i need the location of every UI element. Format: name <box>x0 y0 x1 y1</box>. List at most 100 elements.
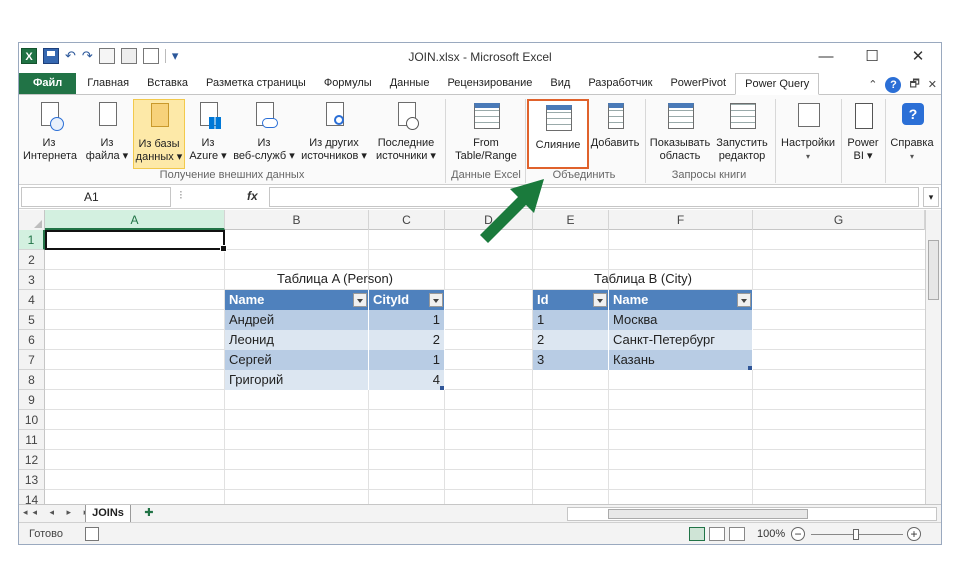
row-header[interactable]: 11 <box>19 430 45 450</box>
zoom-in-button[interactable]: + <box>907 527 921 541</box>
row-header[interactable]: 13 <box>19 470 45 490</box>
row-header[interactable]: 5 <box>19 310 45 330</box>
table-a-header-cityid[interactable]: CityId <box>369 290 445 310</box>
column-header-f[interactable]: F <box>609 210 753 230</box>
select-all-button[interactable] <box>19 210 45 230</box>
table-b-header-name[interactable]: Name <box>609 290 753 310</box>
vertical-scroll-thumb[interactable] <box>928 240 939 300</box>
tab-review[interactable]: Рецензирование <box>438 73 541 94</box>
from-azure-button[interactable]: Из Azure ▾ <box>185 99 231 169</box>
worksheet-grid[interactable]: A B C D E F G 1 2 3 4 5 6 7 8 9 10 11 12… <box>19 210 925 504</box>
zoom-out-button[interactable]: − <box>791 527 805 541</box>
row-header[interactable]: 10 <box>19 410 45 430</box>
help-button[interactable]: ? Справка ▾ <box>887 99 937 169</box>
table-a-cell[interactable]: 4 <box>369 370 445 390</box>
column-header-c[interactable]: C <box>369 210 445 230</box>
row-header[interactable]: 2 <box>19 250 45 270</box>
from-web-services-button[interactable]: Из веб-служб ▾ <box>231 99 297 169</box>
zoom-level[interactable]: 100% <box>757 528 785 540</box>
tab-formulas[interactable]: Формулы <box>315 73 381 94</box>
merge-queries-button[interactable]: Слияние <box>527 99 589 169</box>
row-header[interactable]: 7 <box>19 350 45 370</box>
close-workbook-icon[interactable]: ✕ <box>928 78 937 91</box>
expand-formula-bar-icon[interactable]: ▾ <box>923 187 939 207</box>
table-b-cell[interactable]: Москва <box>609 310 753 330</box>
maximize-button[interactable]: ☐ <box>849 43 895 71</box>
from-file-button[interactable]: Из файла ▾ <box>81 99 133 169</box>
tab-data[interactable]: Данные <box>381 73 439 94</box>
power-bi-button[interactable]: Power BI ▾ <box>843 99 883 169</box>
from-other-sources-button[interactable]: Из других источников ▾ <box>297 99 371 169</box>
launch-editor-button[interactable]: Запустить редактор <box>713 99 771 169</box>
horizontal-scrollbar[interactable] <box>567 507 937 521</box>
from-web-button[interactable]: Из Интернета <box>23 99 77 169</box>
horizontal-scroll-thumb[interactable] <box>608 509 808 519</box>
tab-insert[interactable]: Вставка <box>138 73 197 94</box>
row-header[interactable]: 6 <box>19 330 45 350</box>
table-resize-handle[interactable] <box>440 386 444 390</box>
row-header[interactable]: 8 <box>19 370 45 390</box>
filter-dropdown-icon[interactable] <box>593 293 607 307</box>
table-a-cell[interactable]: 1 <box>369 310 445 330</box>
tab-page-layout[interactable]: Разметка страницы <box>197 73 315 94</box>
active-cell-a1[interactable] <box>45 230 227 252</box>
gridline <box>45 469 925 470</box>
row-header[interactable]: 3 <box>19 270 45 290</box>
row-header[interactable]: 1 <box>19 230 45 250</box>
tab-developer[interactable]: Разработчик <box>579 73 661 94</box>
table-a-cell[interactable]: 2 <box>369 330 445 350</box>
column-header-a[interactable]: A <box>45 210 225 230</box>
filter-dropdown-icon[interactable] <box>737 293 751 307</box>
show-pane-button[interactable]: Показывать область <box>647 99 713 169</box>
row-header[interactable]: 14 <box>19 490 45 504</box>
from-database-button[interactable]: Из базы данных ▾ <box>133 99 185 169</box>
append-queries-button[interactable]: Добавить <box>589 99 641 169</box>
recent-sources-icon <box>391 101 421 133</box>
page-break-view-icon[interactable] <box>729 527 745 541</box>
table-a-cell[interactable]: Леонид <box>225 330 369 350</box>
page-layout-view-icon[interactable] <box>709 527 725 541</box>
table-b-cell[interactable]: 1 <box>533 310 609 330</box>
tab-file[interactable]: Файл <box>19 73 77 94</box>
from-table-range-button[interactable]: From Table/Range <box>449 99 523 169</box>
column-header-g[interactable]: G <box>753 210 925 230</box>
table-a-cell[interactable]: 1 <box>369 350 445 370</box>
table-b-cell[interactable]: 2 <box>533 330 609 350</box>
table-a-cell[interactable]: Андрей <box>225 310 369 330</box>
table-b-cell[interactable]: Санкт-Петербург <box>609 330 753 350</box>
filter-dropdown-icon[interactable] <box>429 293 443 307</box>
name-box[interactable]: A1 <box>21 187 171 207</box>
close-button[interactable]: ✕ <box>895 43 941 71</box>
help-icon[interactable]: ? <box>885 76 902 93</box>
recent-sources-button[interactable]: Последние источники ▾ <box>371 99 441 169</box>
insert-function-icon[interactable]: fx <box>247 189 258 203</box>
column-header-b[interactable]: B <box>225 210 369 230</box>
zoom-slider-knob[interactable] <box>853 529 859 540</box>
row-header[interactable]: 4 <box>19 290 45 310</box>
tab-powerpivot[interactable]: PowerPivot <box>661 73 735 94</box>
vertical-scrollbar[interactable] <box>925 210 941 504</box>
gridline <box>45 429 925 430</box>
table-b-cell[interactable]: Казань <box>609 350 753 370</box>
tab-home[interactable]: Главная <box>78 73 138 94</box>
row-header[interactable]: 9 <box>19 390 45 410</box>
tab-view[interactable]: Вид <box>541 73 579 94</box>
formula-input[interactable] <box>269 187 919 207</box>
table-resize-handle[interactable] <box>748 366 752 370</box>
minimize-button[interactable]: — <box>803 43 849 71</box>
table-a-cell[interactable]: Григорий <box>225 370 369 390</box>
table-a-header-name[interactable]: Name <box>225 290 369 310</box>
new-sheet-icon[interactable]: ✚ <box>139 506 159 521</box>
filter-dropdown-icon[interactable] <box>353 293 367 307</box>
tab-power-query[interactable]: Power Query <box>735 73 820 95</box>
macro-record-icon[interactable] <box>85 527 99 541</box>
table-b-header-id[interactable]: Id <box>533 290 609 310</box>
sheet-tab-joins[interactable]: JOINs <box>85 505 131 523</box>
row-header[interactable]: 12 <box>19 450 45 470</box>
table-b-cell[interactable]: 3 <box>533 350 609 370</box>
collapse-ribbon-icon[interactable]: ⌃ <box>868 78 877 91</box>
normal-view-icon[interactable] <box>689 527 705 541</box>
settings-button[interactable]: Настройки ▾ <box>777 99 839 169</box>
restore-window-icon[interactable]: 🗗 <box>909 75 919 94</box>
table-a-cell[interactable]: Сергей <box>225 350 369 370</box>
